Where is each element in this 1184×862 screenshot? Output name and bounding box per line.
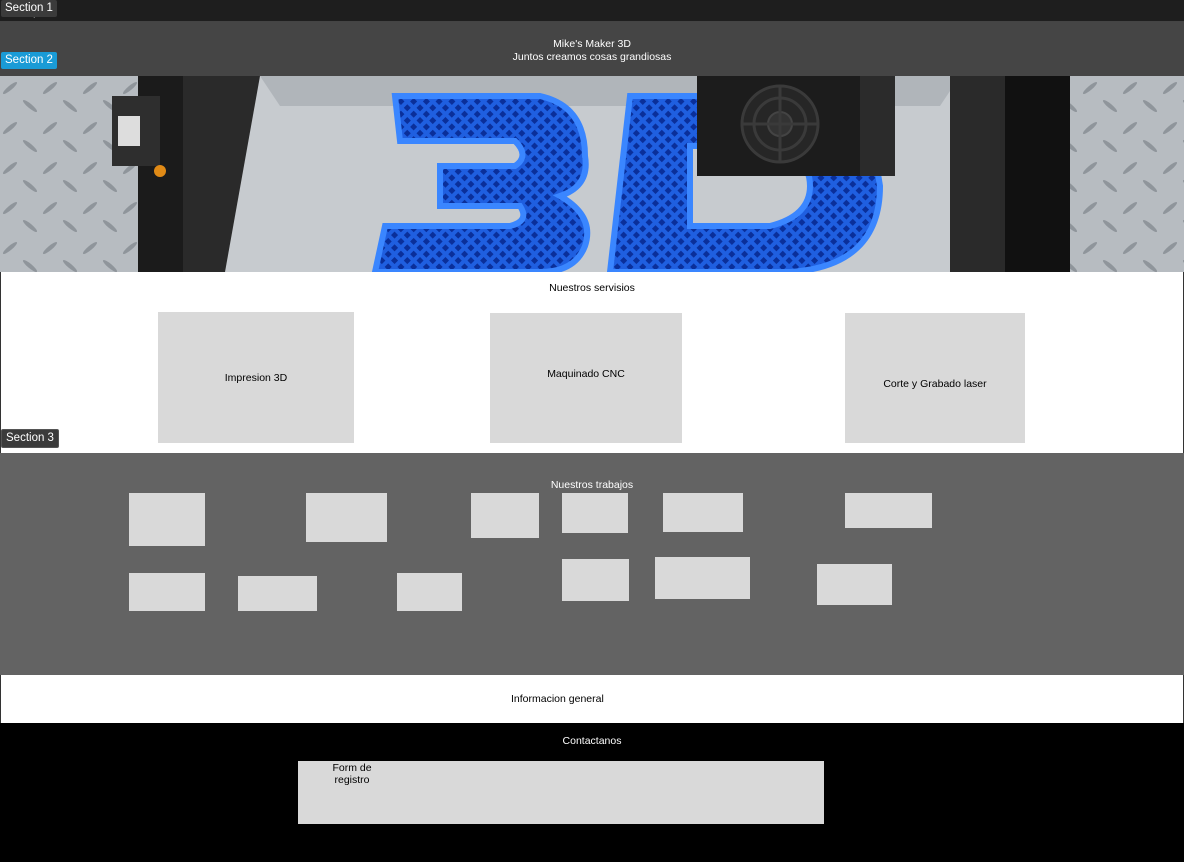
services-section: Nuestros servisios Impresion 3D Maquinad… — [0, 272, 1184, 453]
form-label: Form de registro — [332, 762, 372, 786]
work-thumbnail[interactable] — [471, 493, 539, 538]
work-thumbnail[interactable] — [129, 493, 205, 546]
works-section: Nuestros trabajos — [0, 453, 1184, 675]
work-thumbnail[interactable] — [129, 573, 205, 611]
service-card-label: Corte y Grabado laser — [883, 378, 987, 390]
contact-heading: Contactanos — [562, 735, 622, 747]
work-thumbnail[interactable] — [845, 493, 932, 528]
works-heading: Nuestros trabajos — [550, 479, 634, 491]
site-title: Mike's Maker 3D — [553, 38, 631, 50]
services-heading: Nuestros servisios — [549, 282, 635, 294]
service-card-cnc[interactable]: Maquinado CNC — [490, 313, 682, 443]
service-card-3d-printing[interactable]: Impresion 3D — [158, 312, 354, 443]
section-2-label[interactable]: Section 2 — [1, 52, 57, 69]
top-frame-bar — [0, 0, 1184, 22]
work-thumbnail[interactable] — [663, 493, 743, 532]
contact-section: Contactanos Form de registro — [0, 723, 1184, 862]
work-thumbnail[interactable] — [655, 557, 750, 599]
section-1-label[interactable]: Section 1 — [1, 0, 57, 17]
service-card-label: Maquinado CNC — [547, 368, 625, 380]
info-section: Informacion general — [0, 675, 1184, 723]
info-heading: Informacion general — [511, 693, 604, 705]
work-thumbnail[interactable] — [397, 573, 462, 611]
work-thumbnail[interactable] — [562, 559, 629, 601]
registration-form-placeholder[interactable]: Form de registro — [298, 761, 824, 824]
work-thumbnail[interactable] — [306, 493, 387, 542]
section-3-label[interactable]: Section 3 — [1, 429, 59, 448]
site-tagline: Juntos creamos cosas grandiosas — [512, 51, 672, 63]
hero-image — [0, 76, 1184, 272]
hero-3d-print-illustration — [0, 76, 1184, 272]
work-thumbnail[interactable] — [817, 564, 892, 605]
service-card-laser[interactable]: Corte y Grabado laser — [845, 313, 1025, 443]
site-header: Mike's Maker 3D Juntos creamos cosas gra… — [0, 22, 1184, 76]
service-card-label: Impresion 3D — [224, 371, 288, 384]
work-thumbnail[interactable] — [562, 493, 628, 533]
work-thumbnail[interactable] — [238, 576, 317, 611]
